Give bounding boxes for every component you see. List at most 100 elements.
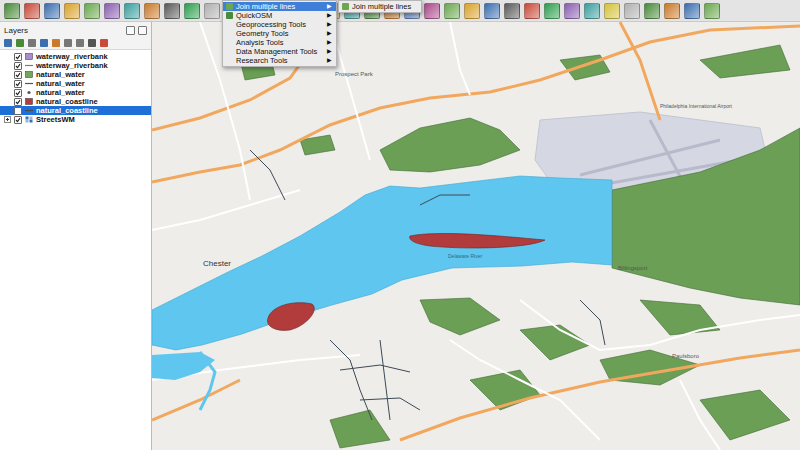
fill-symbol-icon <box>25 53 33 60</box>
park-area <box>380 118 520 172</box>
check-icon <box>15 99 21 105</box>
island <box>267 303 314 331</box>
tool-icon[interactable] <box>424 3 440 19</box>
tool-icon[interactable] <box>704 3 720 19</box>
tool-icon[interactable] <box>184 3 200 19</box>
stream <box>330 340 372 420</box>
layer-tool-icon[interactable] <box>28 39 36 47</box>
menu-item[interactable]: Join multiple lines▶ <box>223 2 336 11</box>
layer-tool-icon[interactable] <box>76 39 84 47</box>
line-symbol-icon <box>25 62 33 69</box>
layer-tool-icon[interactable] <box>16 39 24 47</box>
menu-item[interactable]: Data Management Tools▶ <box>223 47 336 56</box>
tool-icon[interactable] <box>444 3 460 19</box>
road <box>450 340 600 440</box>
tool-icon[interactable] <box>664 3 680 19</box>
menu-label: Join multiple lines <box>352 2 417 11</box>
tool-icon[interactable] <box>164 3 180 19</box>
menu-item[interactable]: Geometry Tools▶ <box>223 29 336 38</box>
layer-row[interactable]: waterway_riverbank <box>0 61 151 70</box>
park-area <box>700 45 790 78</box>
tool-icon[interactable] <box>64 3 80 19</box>
stream <box>580 300 605 345</box>
menu-item[interactable]: QuickOSM▶ <box>223 11 336 20</box>
menu-item[interactable]: Geoprocessing Tools▶ <box>223 20 336 29</box>
tool-icon[interactable] <box>624 3 640 19</box>
layer-row[interactable]: natural_water <box>0 79 151 88</box>
tool-icon[interactable] <box>484 3 500 19</box>
tool-icon[interactable] <box>124 3 140 19</box>
layer-checkbox[interactable] <box>14 53 22 61</box>
layer-row[interactable]: waterway_riverbank <box>0 52 151 61</box>
tool-icon[interactable] <box>684 3 700 19</box>
tool-icon[interactable] <box>84 3 100 19</box>
layer-row[interactable]: natural_coastline <box>0 106 151 115</box>
layer-tool-icon[interactable] <box>88 39 96 47</box>
tool-icon[interactable] <box>144 3 160 19</box>
join-lines-icon <box>342 3 349 10</box>
close-icon[interactable] <box>138 26 147 35</box>
menu-label: Data Management Tools <box>236 47 324 56</box>
tool-icon[interactable] <box>564 3 580 19</box>
check-icon <box>15 90 21 96</box>
fill-symbol-icon <box>25 71 33 78</box>
place-label: Philadelphia International Airport <box>660 103 733 109</box>
tool-icon[interactable] <box>464 3 480 19</box>
submenu-arrow: ▶ <box>327 29 332 38</box>
tool-icon[interactable] <box>604 3 620 19</box>
point-symbol-icon <box>25 89 33 96</box>
layer-checkbox[interactable] <box>14 62 22 70</box>
road <box>680 380 720 450</box>
layer-row[interactable]: natural_water <box>0 70 151 79</box>
layer-name: natural_water <box>36 88 85 97</box>
plugin-icon <box>226 39 233 46</box>
layer-list: waterway_riverbankwaterway_riverbanknatu… <box>0 50 151 450</box>
highway <box>620 22 660 120</box>
layer-checkbox[interactable] <box>14 89 22 97</box>
submenu-arrow: ▶ <box>327 2 332 11</box>
layer-tool-icon[interactable] <box>40 39 48 47</box>
layer-row[interactable]: natural_coastline <box>0 97 151 106</box>
layer-checkbox[interactable] <box>14 71 22 79</box>
tool-icon[interactable] <box>584 3 600 19</box>
layer-tool-icon[interactable] <box>52 39 60 47</box>
layer-row[interactable]: natural_water <box>0 88 151 97</box>
map-canvas[interactable]: ChesterProspect ParkDelaware RiverBillin… <box>152 22 800 450</box>
layer-tool-icon[interactable] <box>64 39 72 47</box>
layer-checkbox[interactable] <box>14 80 22 88</box>
layer-checkbox[interactable] <box>14 116 22 124</box>
submenu-arrow: ▶ <box>327 20 332 29</box>
place-label: Chester <box>203 259 231 268</box>
expand-icon[interactable] <box>4 116 11 123</box>
workspace: Layerswaterway_riverbankwaterway_riverba… <box>0 22 800 450</box>
highway <box>400 350 800 440</box>
tool-icon[interactable] <box>4 3 20 19</box>
tool-icon[interactable] <box>504 3 520 19</box>
submenu-item[interactable]: Join multiple lines <box>339 2 421 11</box>
tool-icon[interactable] <box>524 3 540 19</box>
tool-icon[interactable] <box>204 3 220 19</box>
tool-icon[interactable] <box>644 3 660 19</box>
menu-item[interactable]: Research Tools▶ <box>223 56 336 65</box>
layer-row[interactable]: StreetsWM <box>0 115 151 124</box>
place-label: Billingsport <box>618 265 648 271</box>
park-area <box>612 128 800 305</box>
stream <box>420 195 470 205</box>
layer-tool-icon[interactable] <box>4 39 12 47</box>
tool-icon[interactable] <box>44 3 60 19</box>
line-symbol-icon <box>25 80 33 87</box>
submenu-arrow: ▶ <box>327 56 332 65</box>
layer-tool-icon[interactable] <box>100 39 108 47</box>
tool-icon[interactable] <box>104 3 120 19</box>
layer-checkbox[interactable] <box>14 98 22 106</box>
map[interactable]: ChesterProspect ParkDelaware RiverBillin… <box>152 22 800 450</box>
submenu-arrow: ▶ <box>327 11 332 20</box>
menu-label: Geoprocessing Tools <box>236 20 324 29</box>
layer-name: natural_water <box>36 79 85 88</box>
stream <box>340 365 410 372</box>
layer-checkbox[interactable] <box>14 107 22 115</box>
float-icon[interactable] <box>126 26 135 35</box>
tool-icon[interactable] <box>24 3 40 19</box>
tool-icon[interactable] <box>544 3 560 19</box>
menu-item[interactable]: Analysis Tools▶ <box>223 38 336 47</box>
